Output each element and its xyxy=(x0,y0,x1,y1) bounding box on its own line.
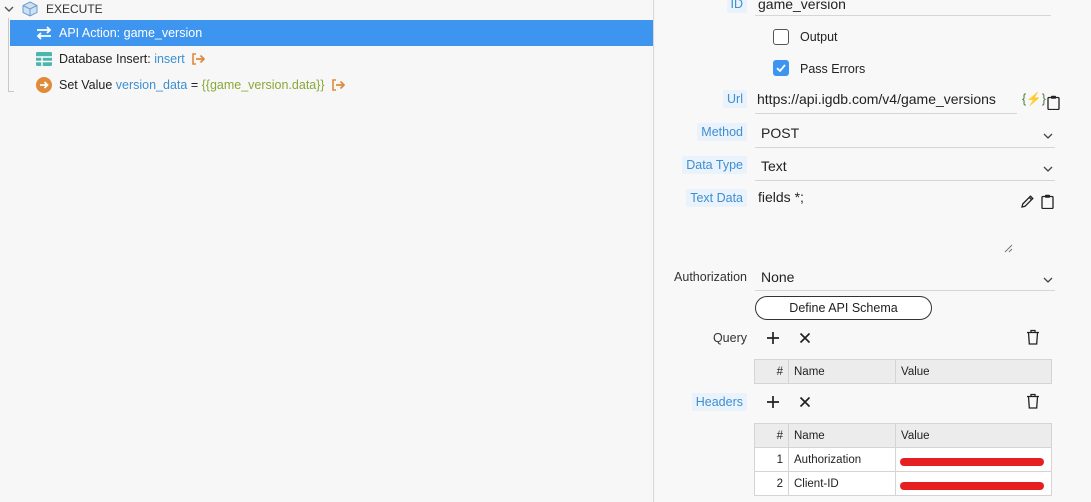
data-type-select[interactable]: Text xyxy=(761,158,787,174)
exit-arrow-icon xyxy=(331,79,345,91)
table-icon xyxy=(34,49,54,69)
table-header-row: # Name Value xyxy=(754,359,1052,384)
output-label: Output xyxy=(800,30,838,44)
row-number: 1 xyxy=(754,447,789,472)
column-header-name: Name xyxy=(788,423,896,448)
id-field[interactable]: game_version xyxy=(758,0,846,12)
resize-handle-icon[interactable] xyxy=(1002,242,1014,254)
variable-picker-icon[interactable]: {⚡} xyxy=(1022,92,1046,107)
plus-icon[interactable] xyxy=(765,394,781,410)
pass-errors-label: Pass Errors xyxy=(800,62,866,76)
chevron-down-icon[interactable] xyxy=(1042,162,1054,174)
text-data-label: Text Data xyxy=(675,189,747,207)
url-field[interactable]: https://api.igdb.com/v4/game_versions xyxy=(757,91,996,107)
tree-root-label: EXECUTE xyxy=(46,2,103,16)
query-table: # Name Value xyxy=(754,359,1052,384)
tree-guide-line xyxy=(8,18,9,92)
redaction-mark xyxy=(900,458,1044,466)
tree-node-execute[interactable]: EXECUTE xyxy=(0,0,654,18)
define-api-schema-button[interactable]: Define API Schema xyxy=(755,296,932,320)
trash-icon[interactable] xyxy=(1025,329,1041,345)
clipboard-icon[interactable] xyxy=(1039,193,1055,209)
table-header-row: # Name Value xyxy=(754,423,1052,448)
column-header-name: Name xyxy=(788,359,896,384)
url-underline xyxy=(755,113,1017,114)
authorization-label: Authorization xyxy=(674,270,747,284)
clipboard-icon[interactable] xyxy=(1045,94,1061,110)
tree-item-template: {{game_version.data}} xyxy=(201,78,325,92)
trash-icon[interactable] xyxy=(1025,393,1041,409)
method-underline xyxy=(755,147,1055,148)
tree-item-prefix: Set Value xyxy=(59,78,116,92)
header-name-cell[interactable]: Client-ID xyxy=(788,471,896,496)
tree-item-name: game_version xyxy=(123,26,203,40)
header-name-cell[interactable]: Authorization xyxy=(788,447,896,472)
tree-item-database-insert[interactable]: Database Insert: insert xyxy=(10,46,653,72)
data-type-underline xyxy=(755,180,1055,181)
column-header-value: Value xyxy=(895,359,1052,384)
authorization-underline xyxy=(755,290,1055,291)
column-header-number: # xyxy=(754,359,789,384)
pass-errors-checkbox[interactable] xyxy=(773,60,789,76)
data-type-label: Data Type xyxy=(675,156,747,174)
method-label: Method xyxy=(675,123,747,141)
query-label: Query xyxy=(712,331,747,345)
tree-item-set-value[interactable]: Set Value version_data = {{game_version.… xyxy=(10,72,653,98)
row-number: 2 xyxy=(754,471,789,496)
tree-item-keyword: insert xyxy=(154,52,185,66)
id-label: ID xyxy=(715,0,747,13)
properties-panel: ID game_version Output Pass Errors Url h… xyxy=(655,0,1091,502)
check-icon xyxy=(776,64,786,73)
close-icon[interactable] xyxy=(797,330,813,346)
url-label: Url xyxy=(695,90,747,108)
column-header-number: # xyxy=(754,423,789,448)
swap-arrows-icon xyxy=(34,23,54,43)
plus-icon[interactable] xyxy=(765,330,781,346)
text-data-textarea[interactable]: fields *; xyxy=(758,189,804,205)
method-select[interactable]: POST xyxy=(761,125,799,141)
chevron-down-icon[interactable] xyxy=(0,4,18,14)
output-checkbox[interactable] xyxy=(773,29,789,45)
authorization-select[interactable]: None xyxy=(761,269,794,285)
id-underline xyxy=(755,15,1051,16)
arrow-right-circle-icon xyxy=(34,75,54,95)
tree-item-equals: = xyxy=(187,78,202,92)
tree-item-keyword: version_data xyxy=(115,78,188,92)
tree-item-prefix: API Action: xyxy=(59,26,124,40)
headers-label: Headers xyxy=(675,393,747,411)
close-icon[interactable] xyxy=(797,394,813,410)
flow-tree-panel: EXECUTE API Action: game_version Databas… xyxy=(0,0,654,502)
cube-icon xyxy=(20,1,40,17)
chevron-down-icon[interactable] xyxy=(1042,129,1054,141)
exit-arrow-icon xyxy=(191,53,205,65)
chevron-down-icon[interactable] xyxy=(1042,273,1054,285)
tree-item-api-action[interactable]: API Action: game_version xyxy=(10,20,653,46)
tree-item-prefix: Database Insert: xyxy=(59,52,155,66)
column-header-value: Value xyxy=(895,423,1052,448)
redaction-mark xyxy=(900,482,1044,490)
pencil-icon[interactable] xyxy=(1019,193,1035,209)
